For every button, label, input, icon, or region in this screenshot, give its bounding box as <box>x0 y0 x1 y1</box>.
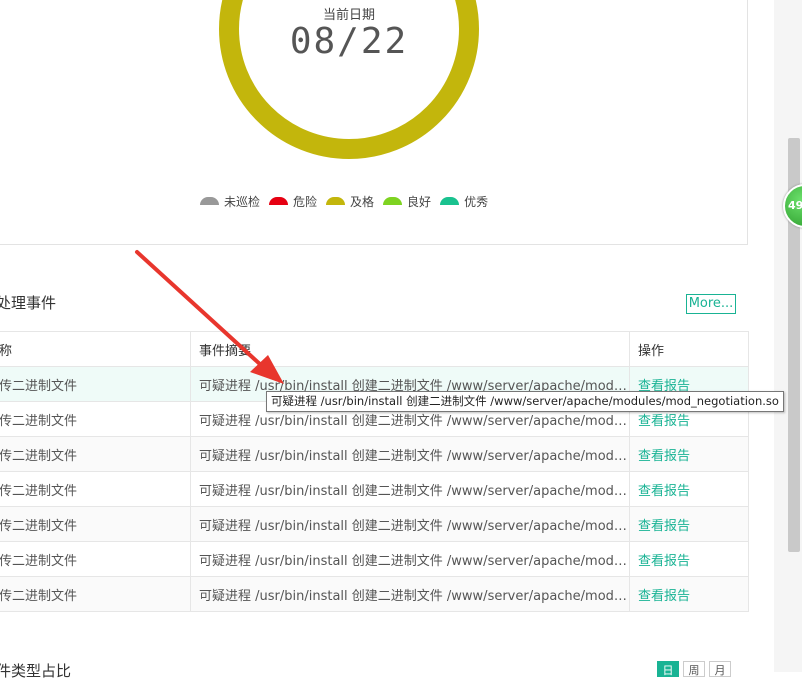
legend-label: 危险 <box>293 194 318 209</box>
table-row[interactable]: 传二进制文件 可疑进程 /usr/bin/install 创建二进制文件 /ww… <box>0 541 749 577</box>
event-name-cell: 传二进制文件 <box>0 576 191 612</box>
gauge-date-value: 08/22 <box>289 21 409 62</box>
legend-swatch-icon <box>200 197 219 205</box>
events-table: 称 事件摘要 操作 传二进制文件 可疑进程 /usr/bin/install 创… <box>0 331 749 612</box>
legend-label: 及格 <box>350 194 375 209</box>
daily-gauge-card: 当前日期 08/22 未巡检 危险 及格 良好 优秀 <box>0 0 748 245</box>
table-row[interactable]: 传二进制文件 可疑进程 /usr/bin/install 创建二进制文件 /ww… <box>0 576 749 612</box>
column-header-action: 操作 <box>629 331 749 367</box>
view-report-link[interactable]: 查看报告 <box>629 506 749 542</box>
gauge-legend: 未巡检 危险 及格 良好 优秀 <box>200 193 488 209</box>
view-report-link[interactable]: 查看报告 <box>629 541 749 577</box>
legend-item-pass[interactable]: 及格 <box>326 193 374 209</box>
legend-swatch-icon <box>326 197 346 205</box>
event-summary-cell: 可疑进程 /usr/bin/install 创建二进制文件 /www/serve… <box>190 471 630 507</box>
legend-swatch-icon <box>269 197 289 205</box>
event-summary-cell: 可疑进程 /usr/bin/install 创建二进制文件 /www/serve… <box>190 576 630 612</box>
view-report-link[interactable]: 查看报告 <box>629 471 749 507</box>
event-summary-cell: 可疑进程 /usr/bin/install 创建二进制文件 /www/serve… <box>190 436 630 472</box>
event-name-cell: 传二进制文件 <box>0 471 191 507</box>
period-month-button[interactable]: 月 <box>709 661 731 677</box>
legend-label: 良好 <box>407 194 432 209</box>
column-header-name: 称 <box>0 331 191 367</box>
more-button[interactable]: More... <box>686 294 736 314</box>
event-name-cell: 传二进制文件 <box>0 366 191 402</box>
legend-item-excellent[interactable]: 优秀 <box>440 193 488 209</box>
legend-label: 未巡检 <box>224 194 261 209</box>
column-header-summary: 事件摘要 <box>190 331 630 367</box>
legend-item-unchecked[interactable]: 未巡检 <box>200 193 260 209</box>
event-name-cell: 传二进制文件 <box>0 541 191 577</box>
view-report-link[interactable]: 查看报告 <box>629 576 749 612</box>
legend-label: 优秀 <box>464 194 489 209</box>
event-name-cell: 传二进制文件 <box>0 436 191 472</box>
summary-tooltip: 可疑进程 /usr/bin/install 创建二进制文件 /www/serve… <box>266 391 784 412</box>
legend-swatch-icon <box>383 197 403 205</box>
event-summary-cell: 可疑进程 /usr/bin/install 创建二进制文件 /www/serve… <box>190 541 630 577</box>
period-toggle: 日 周 月 <box>657 661 731 677</box>
events-section-title: 处理事件 <box>0 294 57 312</box>
legend-swatch-icon <box>440 197 460 205</box>
table-row[interactable]: 传二进制文件 可疑进程 /usr/bin/install 创建二进制文件 /ww… <box>0 506 749 542</box>
table-row[interactable]: 传二进制文件 可疑进程 /usr/bin/install 创建二进制文件 /ww… <box>0 436 749 472</box>
view-report-link[interactable]: 查看报告 <box>629 436 749 472</box>
event-summary-cell: 可疑进程 /usr/bin/install 创建二进制文件 /www/serve… <box>190 506 630 542</box>
period-day-button[interactable]: 日 <box>657 661 679 677</box>
bottom-section-title: 件类型占比 <box>0 662 72 680</box>
period-week-button[interactable]: 周 <box>683 661 705 677</box>
legend-item-good[interactable]: 良好 <box>383 193 431 209</box>
event-name-cell: 传二进制文件 <box>0 401 191 437</box>
table-header-row: 称 事件摘要 操作 <box>0 331 749 367</box>
event-name-cell: 传二进制文件 <box>0 506 191 542</box>
legend-item-danger[interactable]: 危险 <box>269 193 317 209</box>
table-row[interactable]: 传二进制文件 可疑进程 /usr/bin/install 创建二进制文件 /ww… <box>0 471 749 507</box>
